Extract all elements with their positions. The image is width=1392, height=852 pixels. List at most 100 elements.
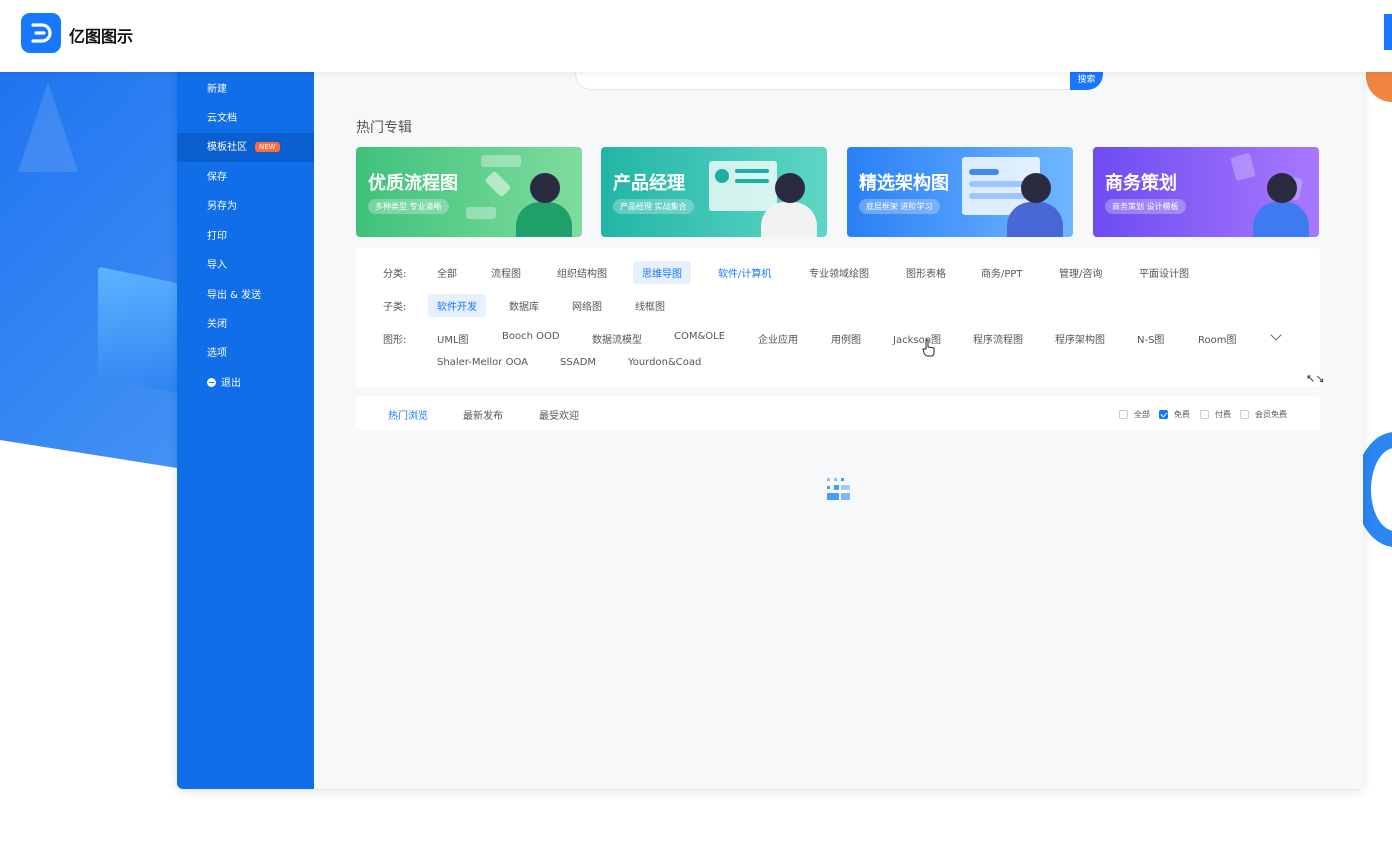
checkbox-label: 免费 xyxy=(1174,410,1190,419)
background-white-slant xyxy=(0,440,200,852)
shape-item[interactable]: 企业应用 xyxy=(758,331,798,346)
tab-latest[interactable]: 最新发布 xyxy=(463,407,503,422)
expand-icon[interactable]: ↖↘ xyxy=(1306,372,1324,385)
checkbox-paid[interactable] xyxy=(1200,410,1209,419)
sidebar-item-label: 选项 xyxy=(207,348,227,359)
banner-title: 优质流程图 xyxy=(368,173,458,194)
banner-subtitle: 底层框架 进阶学习 xyxy=(859,199,940,214)
sidebar-item-save[interactable]: 保存 xyxy=(177,163,314,192)
banner-title: 精选架构图 xyxy=(859,173,949,194)
illustration-person xyxy=(1267,173,1297,203)
search-input[interactable] xyxy=(575,72,1071,90)
category-item[interactable]: 流程图 xyxy=(491,265,521,280)
sidebar-item-save-as[interactable]: 另存为 xyxy=(177,192,314,221)
search-button[interactable]: 搜索 xyxy=(1070,72,1103,90)
sidebar: 新建 云文档 模板社区 NEW 保存 另存为 打印 导入 导出 & 发送 关闭 选… xyxy=(177,72,314,789)
sidebar-item-label: 退出 xyxy=(221,378,241,389)
shape-item[interactable]: N-S图 xyxy=(1137,331,1164,346)
sidebar-item-label: 新建 xyxy=(207,84,227,95)
checkbox-all[interactable] xyxy=(1119,410,1128,419)
shape-item[interactable]: 程序架构图 xyxy=(1055,331,1105,346)
sidebar-item-label: 导入 xyxy=(207,260,227,271)
loading-icon xyxy=(827,476,851,502)
sidebar-item-export-send[interactable]: 导出 & 发送 xyxy=(177,281,314,310)
category-item[interactable]: 图形表格 xyxy=(906,265,946,280)
banner-business-plan[interactable]: 商务策划 商务策划 设计模板 xyxy=(1093,147,1319,237)
banner-subtitle: 商务策划 设计模板 xyxy=(1105,199,1186,214)
logo-icon xyxy=(21,13,61,53)
sidebar-item-label: 保存 xyxy=(207,172,227,183)
banner-title: 产品经理 xyxy=(613,173,685,194)
filter-panel: 分类: 全部 流程图 组织结构图 思维导图 软件/计算机 专业领域绘图 图形表格… xyxy=(356,248,1324,387)
sidebar-item-template-community[interactable]: 模板社区 NEW xyxy=(177,133,314,162)
banner-architecture[interactable]: 精选架构图 底层框架 进阶学习 xyxy=(847,147,1073,237)
sidebar-item-print[interactable]: 打印 xyxy=(177,222,314,251)
banner-product-manager[interactable]: 产品经理 产品经理 实战集合 xyxy=(601,147,827,237)
checkbox-label: 付费 xyxy=(1215,410,1231,419)
top-bar: 亿图图示 xyxy=(0,0,1392,72)
top-right-accent xyxy=(1384,14,1392,50)
sidebar-item-exit[interactable]: 退出 xyxy=(177,369,314,398)
shape-item[interactable]: 数据流模型 xyxy=(592,331,642,346)
banner-subtitle: 多种类型 专业清晰 xyxy=(368,199,449,214)
shape-item[interactable]: 程序流程图 xyxy=(973,331,1023,346)
shape-item[interactable]: Yourdon&Coad xyxy=(628,357,701,368)
banner-flowchart[interactable]: 优质流程图 多种类型 专业清晰 xyxy=(356,147,582,237)
illustration-person xyxy=(1021,173,1051,203)
shape-item[interactable]: COM&OLE xyxy=(674,331,725,342)
checkbox-label: 全部 xyxy=(1134,410,1150,419)
main-window: 新建 云文档 模板社区 NEW 保存 另存为 打印 导入 导出 & 发送 关闭 选… xyxy=(177,72,1363,789)
shape-item[interactable]: Room图 xyxy=(1198,331,1236,346)
shape-item[interactable]: 用例图 xyxy=(831,331,861,346)
illustration-person xyxy=(775,173,805,203)
background-triangle xyxy=(18,82,78,172)
sidebar-item-options[interactable]: 选项 xyxy=(177,339,314,368)
sidebar-item-label: 另存为 xyxy=(207,201,237,212)
sidebar-item-label: 打印 xyxy=(207,231,227,242)
banner-title: 商务策划 xyxy=(1105,173,1177,194)
shape-label: 图形: xyxy=(383,335,407,346)
sidebar-item-import[interactable]: 导入 xyxy=(177,251,314,280)
shape-item[interactable]: SSADM xyxy=(560,357,596,368)
sidebar-item-label: 模板社区 xyxy=(207,142,247,153)
category-item[interactable]: 专业领域绘图 xyxy=(809,265,869,280)
sidebar-item-label: 关闭 xyxy=(207,319,227,330)
exit-icon xyxy=(207,377,216,387)
subcategory-item[interactable]: 网络图 xyxy=(572,298,602,313)
illustration-person xyxy=(530,173,560,203)
sidebar-item-new[interactable]: 新建 xyxy=(177,75,314,104)
shape-item[interactable]: Booch OOD xyxy=(502,331,560,342)
tab-popular[interactable]: 最受欢迎 xyxy=(539,407,579,422)
hot-section-title: 热门专辑 xyxy=(356,120,412,136)
category-item[interactable]: 管理/咨询 xyxy=(1059,265,1102,280)
app-title: 亿图图示 xyxy=(69,27,134,46)
subcategory-item-selected[interactable]: 软件开发 xyxy=(428,294,486,317)
sidebar-item-cloud-docs[interactable]: 云文档 xyxy=(177,104,314,133)
subcategory-item[interactable]: 数据库 xyxy=(509,298,539,313)
new-badge: NEW xyxy=(255,142,280,152)
sort-tab-bar: 热门浏览 最新发布 最受欢迎 全部 免费 付费 会员免费 xyxy=(356,396,1320,430)
category-label: 分类: xyxy=(383,269,407,280)
pointer-cursor-icon xyxy=(922,339,935,357)
checkbox-member-free[interactable] xyxy=(1240,410,1249,419)
sidebar-item-close[interactable]: 关闭 xyxy=(177,310,314,339)
checkbox-free[interactable] xyxy=(1159,410,1168,419)
category-item[interactable]: 全部 xyxy=(437,265,457,280)
chevron-down-icon[interactable] xyxy=(1270,329,1282,341)
category-item[interactable]: 组织结构图 xyxy=(557,265,607,280)
category-item-selected[interactable]: 思维导图 xyxy=(633,261,691,284)
checkbox-label: 会员免费 xyxy=(1255,410,1287,419)
banner-subtitle: 产品经理 实战集合 xyxy=(613,199,694,214)
category-item-hover[interactable]: 软件/计算机 xyxy=(718,265,771,280)
subcategory-item[interactable]: 线框图 xyxy=(635,298,665,313)
background-cube xyxy=(98,266,178,394)
shape-item[interactable]: UML图 xyxy=(437,331,469,346)
sidebar-item-label: 导出 & 发送 xyxy=(207,290,262,301)
shape-item[interactable]: Shaler-Mellor OOA xyxy=(437,357,528,368)
category-item[interactable]: 平面设计图 xyxy=(1139,265,1189,280)
category-item[interactable]: 商务/PPT xyxy=(981,265,1023,280)
background-orange-shape xyxy=(1366,72,1392,102)
sidebar-item-label: 云文档 xyxy=(207,113,237,124)
subcategory-label: 子类: xyxy=(383,302,407,313)
tab-hot[interactable]: 热门浏览 xyxy=(388,407,428,422)
